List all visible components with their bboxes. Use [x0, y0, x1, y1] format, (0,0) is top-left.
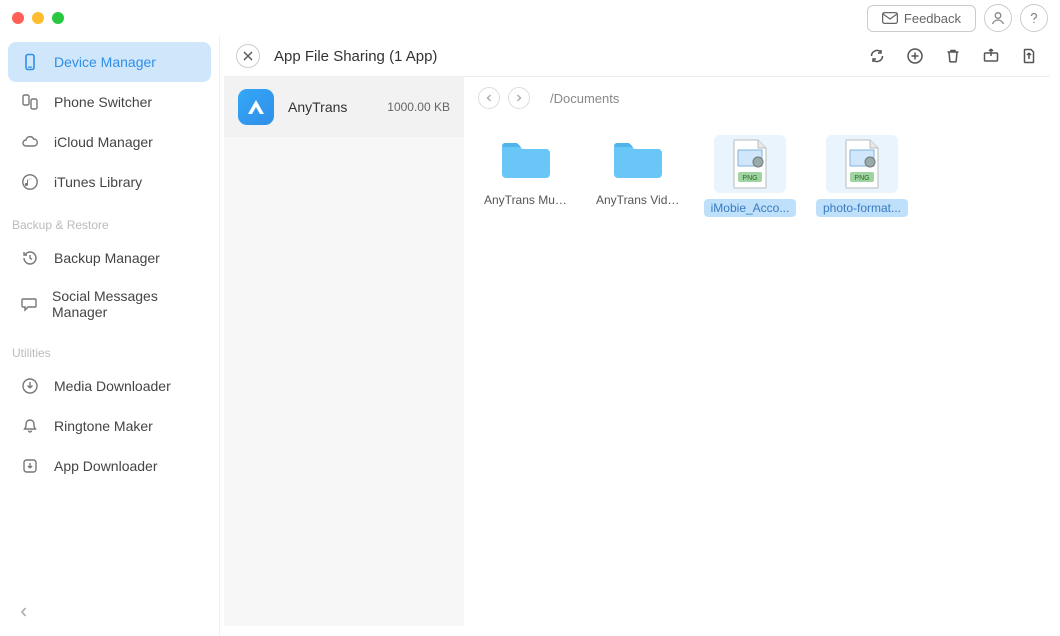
content-header: App File Sharing (1 App) — [224, 36, 1050, 76]
png-file-icon: PNG — [826, 135, 898, 193]
minimize-window-button[interactable] — [32, 12, 44, 24]
sidebar-item-social-messages[interactable]: Social Messages Manager — [8, 278, 211, 330]
app-window: Feedback Device Manager — [0, 0, 1060, 636]
add-button[interactable] — [902, 43, 928, 69]
feedback-label: Feedback — [904, 11, 961, 26]
section-util-title: Utilities — [0, 334, 219, 366]
bell-icon — [20, 416, 40, 436]
download-icon — [20, 376, 40, 396]
sidebar-item-backup-manager[interactable]: Backup Manager — [8, 238, 211, 278]
svg-text:PNG: PNG — [854, 175, 869, 182]
folder-icon — [606, 135, 670, 185]
delete-button[interactable] — [940, 43, 966, 69]
maximize-window-button[interactable] — [52, 12, 64, 24]
mail-icon — [882, 12, 898, 24]
sidebar-item-device-manager[interactable]: Device Manager — [8, 42, 211, 82]
account-button[interactable] — [984, 4, 1012, 32]
section-backup-title: Backup & Restore — [0, 206, 219, 238]
swap-icon — [20, 92, 40, 112]
app-list: AnyTrans 1000.00 KB — [224, 77, 464, 626]
files-grid: AnyTrans Music AnyTrans Video PNG — [464, 119, 1050, 233]
file-name: iMobie_Acco... — [704, 199, 796, 217]
sidebar-item-itunes-library[interactable]: iTunes Library — [8, 162, 211, 202]
titlebar: Feedback — [0, 0, 1060, 36]
file-tile-png[interactable]: PNG photo-format... — [814, 129, 910, 223]
file-browser: /Documents AnyTrans Music — [464, 77, 1050, 626]
help-button[interactable] — [1020, 4, 1048, 32]
nav-forward-button[interactable] — [508, 87, 530, 109]
feedback-button[interactable]: Feedback — [867, 5, 976, 32]
sidebar-item-media-downloader[interactable]: Media Downloader — [8, 366, 211, 406]
window-controls — [12, 12, 64, 24]
sidebar-item-ringtone-maker[interactable]: Ringtone Maker — [8, 406, 211, 446]
file-nav: /Documents — [464, 77, 1050, 119]
sidebar-item-label: Device Manager — [54, 54, 156, 70]
close-panel-button[interactable] — [236, 44, 260, 68]
content: App File Sharing (1 App) — [220, 36, 1060, 636]
cloud-icon — [20, 132, 40, 152]
sidebar-item-label: Media Downloader — [54, 378, 171, 394]
sidebar-item-label: iTunes Library — [54, 174, 142, 190]
sidebar-item-phone-switcher[interactable]: Phone Switcher — [8, 82, 211, 122]
sidebar-item-label: Phone Switcher — [54, 94, 152, 110]
to-device-button[interactable] — [978, 43, 1004, 69]
app-download-icon — [20, 456, 40, 476]
file-name: AnyTrans Video — [592, 191, 684, 209]
sidebar-item-app-downloader[interactable]: App Downloader — [8, 446, 211, 486]
app-icon — [238, 89, 274, 125]
sidebar-item-label: Social Messages Manager — [52, 288, 199, 320]
sidebar-item-label: Ringtone Maker — [54, 418, 153, 434]
svg-text:PNG: PNG — [742, 175, 757, 182]
app-name: AnyTrans — [288, 99, 347, 115]
chat-icon — [20, 294, 38, 314]
app-size: 1000.00 KB — [387, 100, 450, 114]
nav-back-button[interactable] — [478, 87, 500, 109]
sidebar-collapse-button[interactable] — [14, 602, 34, 622]
history-icon — [20, 248, 40, 268]
file-tile-folder[interactable]: AnyTrans Video — [590, 129, 686, 223]
sidebar-item-label: Backup Manager — [54, 250, 160, 266]
breadcrumb: /Documents — [550, 91, 619, 106]
sidebar-item-label: iCloud Manager — [54, 134, 153, 150]
png-file-icon: PNG — [714, 135, 786, 193]
sidebar: Device Manager Phone Switcher iCloud Man… — [0, 36, 220, 636]
folder-icon — [494, 135, 558, 185]
refresh-button[interactable] — [864, 43, 890, 69]
export-button[interactable] — [1016, 43, 1042, 69]
sidebar-item-label: App Downloader — [54, 458, 158, 474]
file-tile-png[interactable]: PNG iMobie_Acco... — [702, 129, 798, 223]
file-tile-folder[interactable]: AnyTrans Music — [478, 129, 574, 223]
file-name: photo-format... — [816, 199, 908, 217]
sidebar-item-icloud-manager[interactable]: iCloud Manager — [8, 122, 211, 162]
device-icon — [20, 52, 40, 72]
app-row[interactable]: AnyTrans 1000.00 KB — [224, 77, 464, 137]
close-window-button[interactable] — [12, 12, 24, 24]
file-name: AnyTrans Music — [480, 191, 572, 209]
music-note-icon — [20, 172, 40, 192]
page-title: App File Sharing (1 App) — [274, 48, 437, 65]
